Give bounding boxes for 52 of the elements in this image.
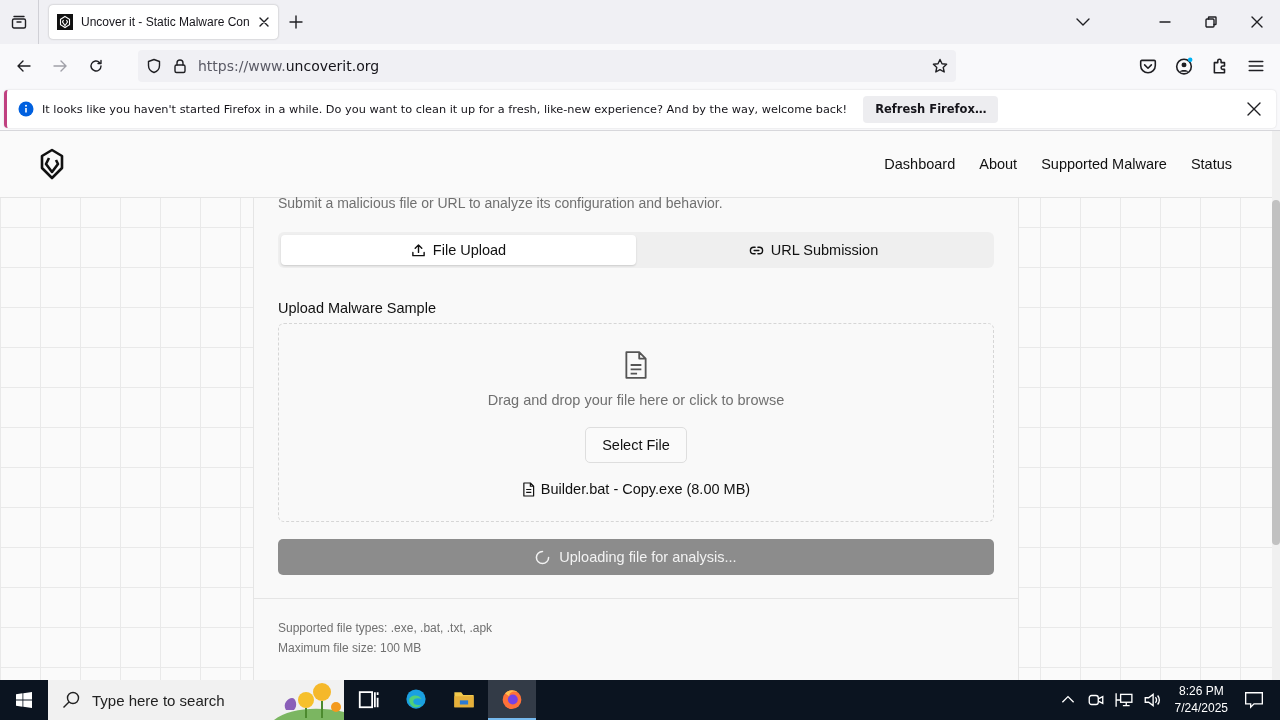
edge-icon (405, 688, 427, 710)
plus-icon[interactable] (288, 15, 303, 29)
info-icon (18, 101, 34, 117)
drop-zone[interactable]: Drag and drop your file here or click to browse Select File Builder.bat - Copy.exe (8.00 MB) (278, 323, 994, 522)
speaker-icon[interactable] (1142, 691, 1161, 709)
taskbar-search[interactable]: Type here to search (48, 680, 344, 720)
reload-icon[interactable] (88, 58, 104, 74)
nav-link[interactable]: Dashboard (884, 156, 956, 172)
flowers-drawing (274, 680, 344, 720)
shield-logo-icon[interactable] (38, 148, 66, 180)
select-file-button[interactable]: Select File (585, 427, 687, 463)
firefox-icon (501, 688, 523, 710)
notification-message: It looks like you haven't started Firefox in a while. Do you want to clean it up for a fresh, like-new experience? And by the way, welcome back! (42, 102, 848, 116)
scrollbar-thumb[interactable] (1272, 200, 1280, 545)
footnote-text: Supported file types: .exe, .bat, .txt, .apk (278, 621, 494, 636)
spinner-icon (535, 549, 551, 565)
nav-link[interactable]: Supported Malware (1041, 156, 1167, 172)
restore-icon[interactable] (1203, 14, 1219, 30)
search-icon (62, 691, 80, 709)
pocket-icon[interactable] (1139, 57, 1157, 75)
windows-icon[interactable] (16, 692, 32, 708)
nav-link[interactable]: Status (1190, 156, 1232, 172)
close-icon[interactable] (1246, 101, 1262, 117)
lock-icon (172, 58, 188, 74)
tab-title: Uncover it - Static Malware Con (81, 15, 250, 29)
footnote-text: Maximum file size: 100 MB (278, 641, 423, 656)
shield-logo-icon (57, 14, 73, 30)
tab[interactable]: File Upload (281, 235, 636, 265)
field-label: Upload Malware Sample (278, 299, 437, 317)
nav-link[interactable]: About (979, 156, 1018, 172)
star-icon[interactable] (932, 58, 948, 74)
tab-list-icon[interactable] (11, 14, 27, 30)
drop-zone-hint: Drag and drop your file here or click to browse (487, 392, 785, 408)
card-subtitle: Submit a malicious file or URL to analyze its configuration and behavior. (278, 194, 724, 212)
notification-icon[interactable] (1244, 690, 1264, 710)
upload-icon (410, 242, 426, 258)
account-icon[interactable] (1175, 57, 1193, 75)
selected-file: Builder.bat - Copy.exe (8.00 MB) (521, 481, 751, 497)
close-icon[interactable] (1249, 14, 1265, 30)
clock[interactable]: 8:26 PM 7/24/2025 (1174, 683, 1228, 717)
tab[interactable]: URL Submission (636, 235, 991, 265)
network-icon[interactable] (1114, 691, 1133, 709)
document-icon (623, 350, 649, 380)
close-icon[interactable] (257, 16, 270, 28)
task-view-icon (357, 688, 379, 710)
browser-tab[interactable]: Uncover it - Static Malware Con (49, 5, 278, 39)
address-bar[interactable]: https://www.uncoverit.org (138, 50, 956, 82)
refresh-button[interactable]: Refresh Firefox… (863, 95, 999, 123)
back-arrow-icon[interactable] (16, 58, 32, 74)
url-text: https://www.uncoverit.org (198, 58, 380, 74)
file-icon (521, 481, 535, 497)
shield-icon (146, 58, 162, 74)
